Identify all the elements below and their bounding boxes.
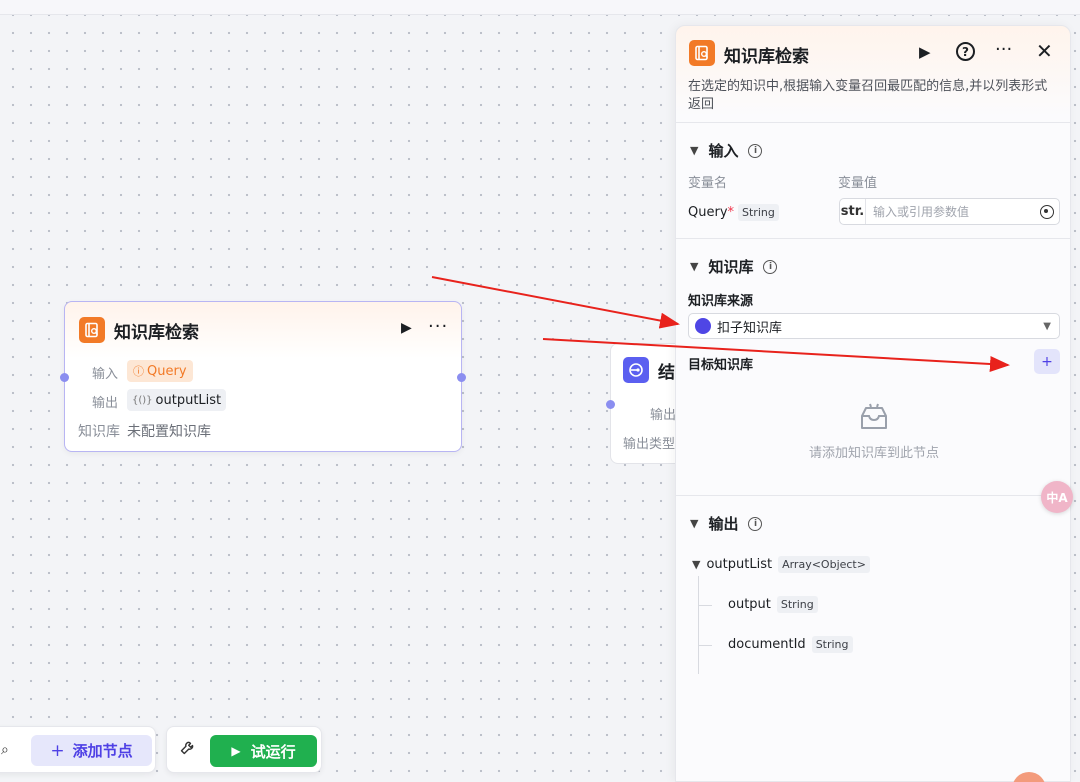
output-tag: {()} outputList xyxy=(127,389,227,411)
col-var-name: 变量名 xyxy=(688,176,728,191)
more-icon[interactable]: ··· xyxy=(428,316,448,337)
translate-icon[interactable]: 中A xyxy=(1041,481,1073,513)
input-section-title: 输入 xyxy=(708,142,739,160)
var-type-tag: String xyxy=(738,204,779,221)
output-child-row: documentId String xyxy=(728,636,853,653)
node-settings-panel: 知识库检索 ▶ ? ··· ✕ 在选定的知识中,根据输入变量召回最匹配的信息,并… xyxy=(675,25,1071,782)
comment-icon[interactable]: ⌕ xyxy=(1,742,9,758)
plus-icon: + xyxy=(50,740,65,761)
kb-retrieval-node[interactable]: 知识库检索 ▶ ··· 输入 ⓘ Query 输出 {()} outputLis… xyxy=(60,301,466,452)
info-icon[interactable]: i xyxy=(748,143,763,158)
output-child-row: output String xyxy=(728,596,818,613)
divider xyxy=(676,495,1070,496)
close-icon[interactable]: ✕ xyxy=(1036,39,1053,63)
kb-empty-text: 请添加知识库到此节点 xyxy=(808,446,939,461)
output-child-name: documentId xyxy=(728,637,806,652)
play-icon[interactable]: ▶ xyxy=(401,320,412,336)
panel-description: 在选定的知识中,根据输入变量召回最匹配的信息,并以列表形式返回 xyxy=(688,79,1048,112)
output-root-type: Array<Object> xyxy=(778,556,870,573)
chevron-down-icon[interactable]: ▼ xyxy=(690,260,698,273)
query-value-input[interactable]: str. 输入或引用参数值 xyxy=(839,198,1060,225)
add-node-button[interactable]: + 添加节点 xyxy=(31,735,152,766)
tree-line xyxy=(698,576,699,674)
run-toolbar: ▶ 试运行 xyxy=(166,726,322,773)
target-kb-label: 目标知识库 xyxy=(688,358,754,373)
input-warning-tag: ⓘ Query xyxy=(127,360,193,382)
kb-source-value: 扣子知识库 xyxy=(717,320,783,336)
output-section-header[interactable]: ▼ 输出 i xyxy=(690,513,763,534)
node-input-port[interactable] xyxy=(60,373,69,382)
play-icon[interactable]: ▶ xyxy=(919,43,931,61)
object-icon: {()} xyxy=(132,394,153,406)
kb-section-title: 知识库 xyxy=(708,258,754,276)
end-node-output-label: 输出 xyxy=(650,408,677,423)
query-variable: Query * String xyxy=(688,204,779,221)
required-mark: * xyxy=(727,205,735,220)
canvas-toolbar: ⌕ + 添加节点 xyxy=(0,726,156,773)
output-tag-label: outputList xyxy=(155,392,222,408)
add-node-label: 添加节点 xyxy=(72,742,133,760)
end-node-title: 结 xyxy=(658,363,675,383)
end-node-input-port[interactable] xyxy=(606,400,615,409)
divider xyxy=(676,238,1070,239)
kb-source-select[interactable]: 扣子知识库 ▼ xyxy=(688,313,1060,339)
input-section-header[interactable]: ▼ 输入 i xyxy=(690,140,763,161)
tree-line xyxy=(698,645,712,646)
divider xyxy=(676,122,1070,123)
node-output-port[interactable] xyxy=(457,373,466,382)
value-type-prefix[interactable]: str. xyxy=(840,199,866,224)
output-child-name: output xyxy=(728,597,771,612)
trial-run-label: 试运行 xyxy=(250,742,296,761)
chevron-down-icon[interactable]: ▼ xyxy=(690,517,698,530)
output-root-name: outputList xyxy=(706,557,773,572)
chevron-down-icon[interactable]: ▼ xyxy=(692,558,700,571)
node-title: 知识库检索 xyxy=(114,323,199,343)
more-icon[interactable]: ··· xyxy=(995,39,1012,60)
wrench-icon[interactable] xyxy=(179,740,195,760)
col-var-value: 变量值 xyxy=(838,176,878,191)
panel-title: 知识库检索 xyxy=(724,47,809,67)
kb-source-label: 知识库来源 xyxy=(688,294,754,309)
node-kb-value: 未配置知识库 xyxy=(127,424,211,440)
warning-icon: ⓘ xyxy=(133,365,144,378)
end-node-output-type-label: 输出类型 xyxy=(623,437,676,452)
coze-kb-icon xyxy=(695,318,711,334)
add-kb-button[interactable]: + xyxy=(1034,349,1060,374)
output-child-type: String xyxy=(776,596,818,613)
node-kb-label: 知识库 xyxy=(78,424,120,440)
tree-line xyxy=(698,605,712,606)
top-bar xyxy=(0,0,1080,15)
output-section-title: 输出 xyxy=(708,515,739,533)
chevron-down-icon[interactable]: ▼ xyxy=(690,144,698,157)
value-placeholder[interactable]: 输入或引用参数值 xyxy=(866,203,1040,220)
output-root-row[interactable]: ▼ outputList Array<Object> xyxy=(692,556,870,573)
node-output-label: 输出 xyxy=(92,396,119,411)
kb-section-header[interactable]: ▼ 知识库 i xyxy=(690,256,778,277)
chevron-down-icon: ▼ xyxy=(1043,320,1051,332)
knowledge-base-icon xyxy=(79,317,105,343)
trial-run-button[interactable]: ▶ 试运行 xyxy=(210,735,317,767)
empty-box-icon xyxy=(861,403,887,429)
output-child-type: String xyxy=(811,636,853,653)
knowledge-base-icon xyxy=(689,40,715,66)
play-icon: ▶ xyxy=(231,744,241,758)
info-icon[interactable]: i xyxy=(748,516,763,531)
info-icon[interactable]: i xyxy=(763,259,778,274)
help-icon[interactable]: ? xyxy=(956,42,975,61)
var-name-text: Query xyxy=(688,205,728,220)
reference-variable-icon[interactable] xyxy=(1040,204,1054,219)
node-input-label: 输入 xyxy=(92,367,119,382)
input-tag-label: Query xyxy=(147,363,187,379)
end-icon xyxy=(623,357,649,383)
arrow-to-kb-source xyxy=(431,276,680,329)
